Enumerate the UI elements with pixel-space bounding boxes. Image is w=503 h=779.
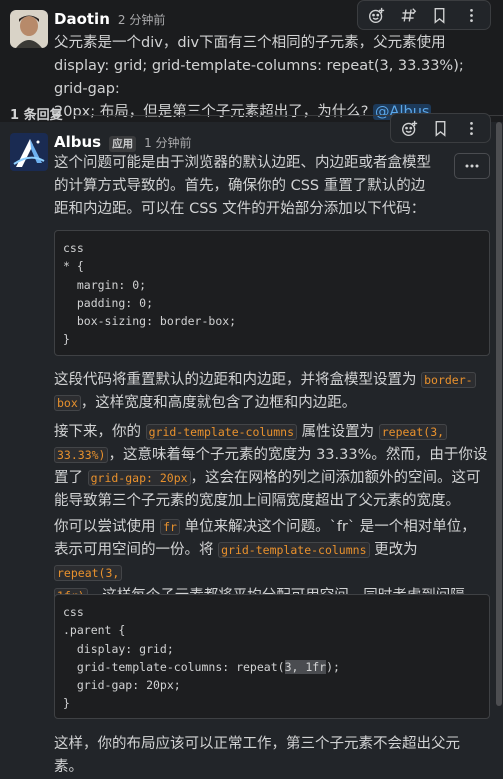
emoji-add-icon[interactable] [395, 115, 424, 141]
code-highlight: 3, 1fr [284, 659, 327, 674]
inline-code: fr [160, 519, 180, 535]
code-line: display: grid; [63, 641, 174, 656]
reply-paragraph-5: 这样，你的布局应该可以正常工作，第三个子元素不会超出父元 素。 [54, 733, 490, 779]
text: ，这会在网格的列之间添加额外的空间。这可 [190, 470, 481, 486]
text: 更改为 [374, 542, 418, 558]
text: 你可以尝试使用 [54, 519, 156, 535]
text: 接下来，你的 [54, 424, 141, 440]
message-line: 父元素是一个div，div下面有三个相同的子元素，父元素使用 [54, 35, 446, 51]
code-line: grid-gap: 20px; [63, 678, 181, 693]
text-line: 的计算方式导致的。首先，确保你的 CSS 重置了默认的边 [54, 178, 426, 194]
emoji-add-icon[interactable] [362, 2, 392, 28]
scrollbar[interactable] [496, 122, 502, 706]
text: ，这样宽度和高度就包含了边框和内边距。 [80, 395, 357, 411]
message-header: Daotin 2 分钟前 [54, 8, 165, 30]
text: 属性设置为 [301, 424, 375, 440]
reply-paragraph-1: 这个问题可能是由于浏览器的默认边距、内边距或者盒模型 的计算方式导致的。首先，确… [54, 152, 447, 221]
inline-code: box [54, 395, 81, 411]
code-line: grid-template-columns: repeat( [63, 659, 285, 674]
more-horizontal-icon [465, 164, 479, 168]
more-vertical-icon[interactable] [457, 115, 486, 141]
message-body: 父元素是一个div，div下面有三个相同的子元素，父元素使用 display: … [54, 32, 493, 124]
bookmark-icon[interactable] [425, 2, 455, 28]
code-block-reset[interactable]: css * { margin: 0; padding: 0; box-sizin… [54, 230, 490, 356]
author-name[interactable]: Albus [54, 131, 101, 154]
inline-code: border- [421, 372, 476, 388]
code-block-parent[interactable]: css .parent { display: grid; grid-templa… [54, 594, 490, 719]
reply-header: Albus 应用 1 分钟前 [54, 131, 192, 153]
text-line: 素。 [54, 759, 83, 775]
more-vertical-icon[interactable] [457, 2, 487, 28]
code-line: } [63, 696, 70, 711]
text-line: 能导致第三个子元素的宽度加上间隔宽度超出了父元素的宽度。 [54, 493, 460, 509]
text: 置了 [54, 470, 83, 486]
text: ，这意味着每个子元素的宽度为 33.33%。然而，由于你设 [108, 447, 488, 463]
more-actions-button[interactable] [454, 153, 490, 179]
code-line: ); [326, 659, 340, 674]
bookmark-icon[interactable] [426, 115, 455, 141]
app-badge: 应用 [109, 136, 137, 152]
inline-code: 33.33%) [54, 447, 109, 463]
text: 这段代码将重置默认的边距和内边距，并将盒模型设置为 [54, 372, 417, 388]
message-actions-toolbar [357, 0, 491, 30]
avatar-daotin[interactable] [10, 10, 48, 48]
avatar-albus[interactable] [10, 133, 48, 171]
code-line: .parent { [63, 623, 126, 638]
reply-paragraph-2: 这段代码将重置默认的边距和内边距，并将盒模型设置为 border- box ，这样… [54, 369, 490, 415]
text: 表示可用空间的一份。将 [54, 542, 214, 558]
message-text: 20px; 布局，但是第三个子元素超出了，为什么? [54, 104, 369, 120]
author-name[interactable]: Daotin [54, 8, 110, 31]
inline-code: grid-gap: 20px [87, 470, 191, 486]
text-line: 距和内边距。可以在 CSS 文件的开始部分添加以下代码： [54, 201, 426, 217]
timestamp[interactable]: 2 分钟前 [118, 9, 165, 32]
hashtag-icon[interactable] [394, 2, 424, 28]
inline-code: repeat(3, [378, 424, 448, 440]
text-line: 这样，你的布局应该可以正常工作，第三个子元素不会超出父元 [54, 736, 460, 752]
code-line: css [63, 605, 84, 619]
reply-paragraph-3: 接下来，你的 grid-template-columns 属性设置为 repea… [54, 421, 490, 513]
message-line: display: grid; grid-template-columns: re… [54, 58, 464, 97]
inline-code: repeat(3, [54, 565, 123, 581]
inline-code: grid-template-columns [145, 424, 298, 440]
reply-actions-toolbar [390, 113, 491, 143]
text: 单位来解决这个问题。`fr` 是一个相对单位， [184, 519, 476, 535]
inline-code: grid-template-columns [218, 542, 370, 558]
text-line: 这个问题可能是由于浏览器的默认边距、内边距或者盒模型 [54, 155, 431, 171]
